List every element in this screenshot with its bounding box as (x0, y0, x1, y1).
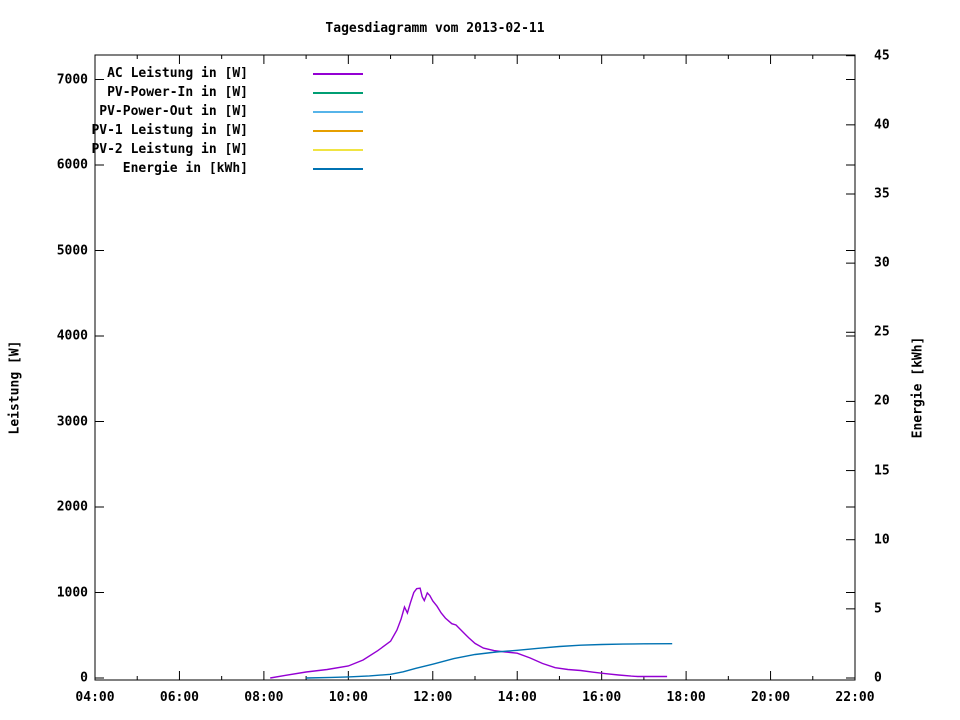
y-left-tick-label: 3000 (56, 414, 88, 429)
legend-item-pv-power-in: PV-Power-In in [W] (90, 83, 363, 102)
legend-label: Energie in [kWh] (122, 161, 248, 176)
legend-label: AC Leistung in [W] (107, 66, 248, 81)
y-left-tick-label: 1000 (56, 585, 88, 600)
x-tick-label: 04:00 (75, 690, 115, 705)
x-tick-label: 14:00 (497, 690, 537, 705)
y-right-tick-label: 35 (874, 186, 890, 202)
x-tick-label: 16:00 (582, 690, 622, 705)
legend-line-sample (313, 91, 363, 94)
legend-line-sample (313, 129, 363, 132)
series-ac-leistung-in-w- (270, 587, 668, 679)
legend-item-energie: Energie in [kWh] (90, 159, 363, 178)
y-right-tick-label: 10 (874, 532, 890, 548)
y-right-tick-label: 5 (874, 601, 882, 617)
legend-line-sample (313, 148, 363, 151)
x-tick-label: 18:00 (666, 690, 706, 705)
legend-item-pv2-leistung: PV-2 Leistung in [W] (90, 140, 363, 159)
y-left-tick-label: 7000 (56, 72, 88, 87)
legend-label: PV-Power-In in [W] (107, 85, 248, 100)
y-right-tick-label: 0 (874, 670, 882, 686)
x-tick-label: 10:00 (328, 690, 368, 705)
chart-window: Tagesdiagramm vom 2013-02-11 Leistung [W… (0, 0, 960, 720)
legend-item-pv1-leistung: PV-1 Leistung in [W] (90, 121, 363, 140)
legend-line-sample (313, 110, 363, 113)
x-tick-label: 22:00 (835, 690, 875, 705)
legend: AC Leistung in [W] PV-Power-In in [W] PV… (90, 64, 363, 178)
y-right-tick-label: 20 (874, 393, 890, 409)
legend-line-sample (313, 72, 363, 75)
y-left-tick-label: 4000 (56, 328, 88, 344)
x-tick-label: 12:00 (413, 690, 453, 705)
y-left-tick-label: 6000 (56, 157, 88, 173)
legend-item-pv-power-out: PV-Power-Out in [W] (90, 102, 363, 121)
y-left-tick-label: 2000 (56, 499, 88, 515)
y-right-tick-label: 40 (874, 117, 890, 133)
legend-line-sample (313, 167, 363, 170)
y-left-tick-label: 5000 (56, 243, 88, 258)
y-right-tick-label: 15 (874, 463, 890, 479)
x-tick-label: 08:00 (244, 690, 284, 705)
y-right-tick-label: 30 (874, 255, 890, 271)
legend-label: PV-Power-Out in [W] (99, 104, 248, 119)
y-left-tick-label: 0 (80, 670, 88, 686)
y-right-tick-label: 25 (874, 324, 890, 340)
legend-item-ac-leistung: AC Leistung in [W] (90, 64, 363, 83)
x-tick-label: 20:00 (750, 690, 791, 705)
y-right-tick-label: 45 (874, 48, 890, 64)
legend-label: PV-2 Leistung in [W] (91, 142, 248, 157)
x-tick-label: 06:00 (159, 690, 200, 705)
legend-label: PV-1 Leistung in [W] (91, 123, 248, 138)
